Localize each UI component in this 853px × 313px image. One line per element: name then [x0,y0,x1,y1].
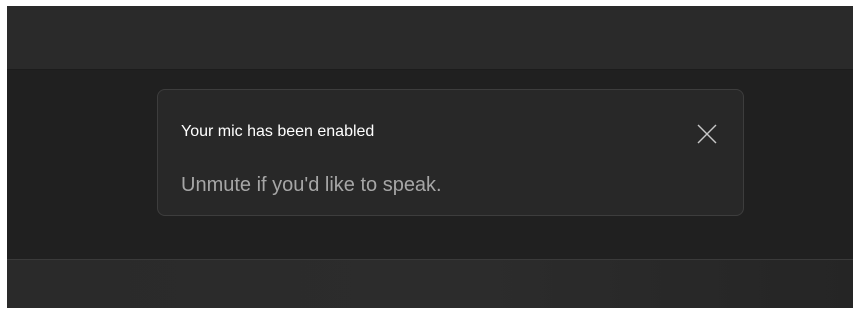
notification-message: Unmute if you'd like to speak. [181,174,442,196]
top-bar [7,6,853,70]
mic-enabled-notification: Your mic has been enabled Unmute if you'… [157,89,744,216]
close-icon [696,123,718,145]
notification-title: Your mic has been enabled [181,123,375,140]
close-button[interactable] [691,118,723,150]
app-window: Your mic has been enabled Unmute if you'… [7,6,853,308]
bottom-bar [7,259,853,308]
